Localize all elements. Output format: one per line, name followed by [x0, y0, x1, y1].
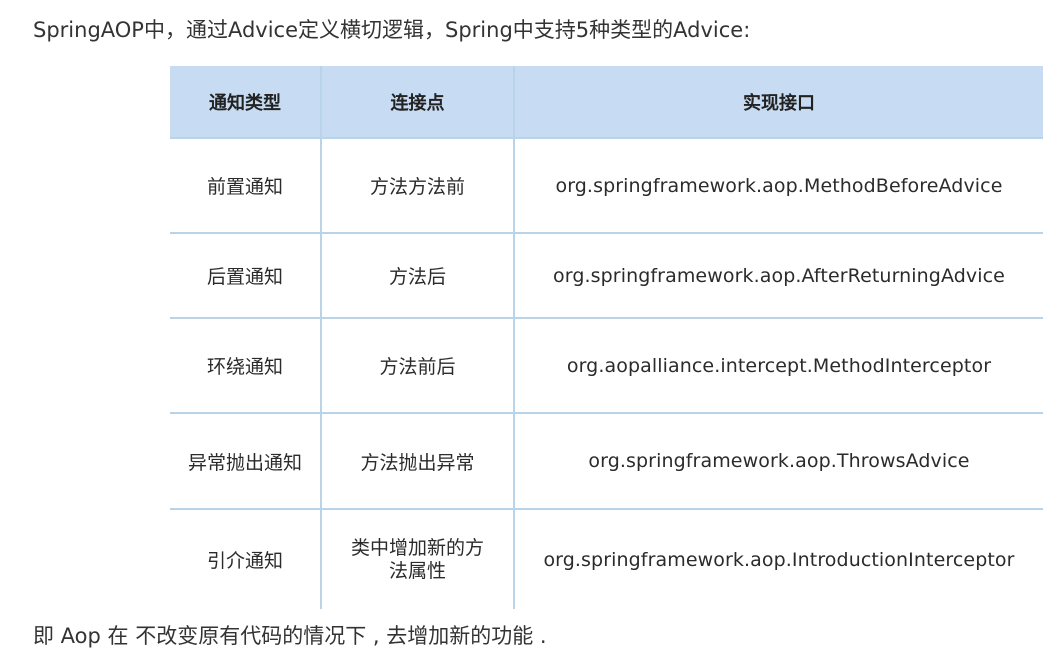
cell-interface: org.springframework.aop.MethodBeforeAdvi… — [514, 137, 1043, 233]
intro-paragraph: SpringAOP中，通过Advice定义横切逻辑，Spring中支持5种类型的… — [33, 18, 751, 42]
cell-interface: org.springframework.aop.ThrowsAdvice — [514, 412, 1043, 509]
table-row: 后置通知 方法后 org.springframework.aop.AfterRe… — [170, 232, 1043, 318]
cell-interface: org.aopalliance.intercept.MethodIntercep… — [514, 317, 1043, 413]
cell-advice-type: 异常抛出通知 — [170, 412, 322, 509]
table-row: 环绕通知 方法前后 org.aopalliance.intercept.Meth… — [170, 317, 1043, 413]
table-row: 前置通知 方法方法前 org.springframework.aop.Metho… — [170, 137, 1043, 233]
cell-interface: org.springframework.aop.IntroductionInte… — [514, 508, 1043, 609]
outro-paragraph: 即 Aop 在 不改变原有代码的情况下 , 去增加新的功能 . — [33, 624, 547, 648]
cell-join-point: 方法方法前 — [321, 137, 515, 233]
header-join-point: 连接点 — [321, 66, 515, 138]
cell-advice-type: 前置通知 — [170, 137, 322, 233]
cell-join-point-text: 类中增加新的方法属性 — [350, 536, 484, 582]
header-interface: 实现接口 — [514, 66, 1043, 138]
advice-types-table: 通知类型 连接点 实现接口 前置通知 方法方法前 org.springframe… — [170, 66, 1043, 609]
cell-join-point: 方法前后 — [321, 317, 515, 413]
cell-join-point: 方法抛出异常 — [321, 412, 515, 509]
advice-table: 通知类型 连接点 实现接口 前置通知 方法方法前 org.springframe… — [170, 66, 1043, 609]
cell-interface: org.springframework.aop.AfterReturningAd… — [514, 232, 1043, 318]
cell-join-point: 方法后 — [321, 232, 515, 318]
table-row: 异常抛出通知 方法抛出异常 org.springframework.aop.Th… — [170, 412, 1043, 509]
cell-advice-type: 引介通知 — [170, 508, 322, 609]
header-advice-type: 通知类型 — [170, 66, 322, 138]
table-header-row: 通知类型 连接点 实现接口 — [170, 66, 1043, 138]
cell-advice-type: 后置通知 — [170, 232, 322, 318]
cell-join-point: 类中增加新的方法属性 — [321, 508, 515, 609]
table-row: 引介通知 类中增加新的方法属性 org.springframework.aop.… — [170, 508, 1043, 609]
cell-advice-type: 环绕通知 — [170, 317, 322, 413]
